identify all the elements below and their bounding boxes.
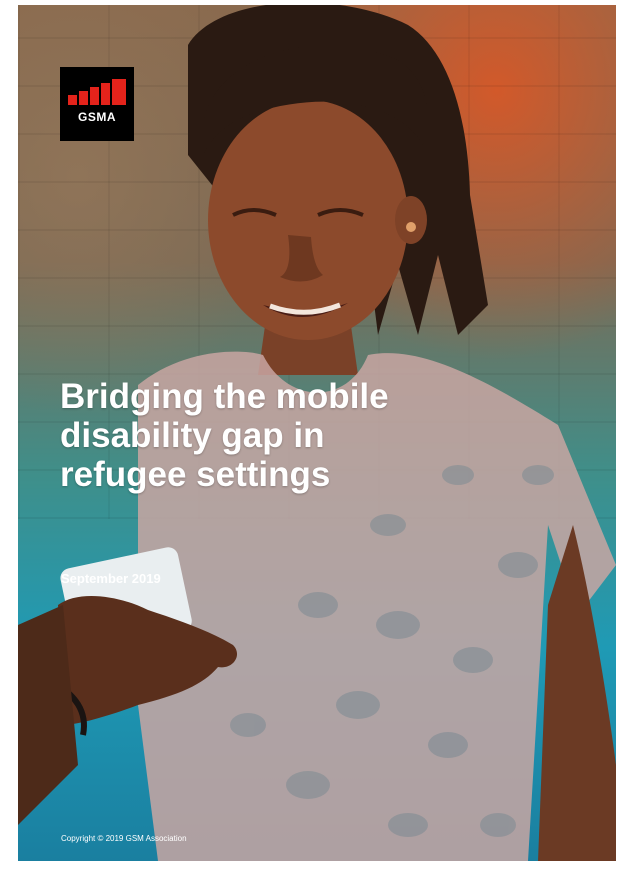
report-title: Bridging the mobile disability gap in re…: [60, 377, 389, 494]
gsma-logo-text: GSMA: [78, 110, 116, 124]
gsma-logo: GSMA: [60, 67, 134, 141]
report-cover: GSMA Bridging the mobile disability gap …: [18, 5, 616, 861]
publication-date: September 2019: [61, 571, 161, 586]
gsma-logo-bars-icon: [68, 79, 126, 105]
copyright-notice: Copyright © 2019 GSM Association: [61, 834, 187, 843]
